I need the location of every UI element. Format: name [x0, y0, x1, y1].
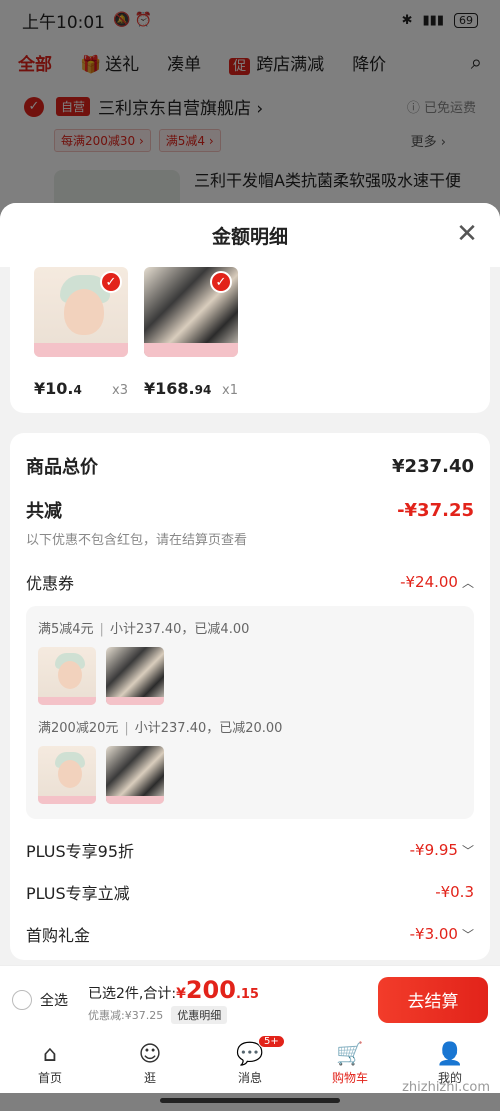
chevron-up-icon[interactable]: ︿: [462, 574, 474, 591]
coupon-label: 优惠券: [26, 574, 75, 593]
checkout-bar: 全选 已选2件,合计: ¥200.15 优惠减:¥37.25 优惠明细 去结算: [0, 965, 500, 1033]
coupon-line: 满200减20元 | 小计237.40，已减20.00: [38, 721, 283, 736]
home-indicator: [160, 1098, 340, 1103]
tab-label: 消息: [237, 1070, 262, 1085]
tab-messages[interactable]: 💬 5+ 消息: [200, 1033, 300, 1093]
product-item: ✓ ¥168.94 x1: [144, 267, 238, 398]
tab-browse[interactable]: ☺ 逛: [100, 1033, 200, 1093]
user-icon: 👤: [436, 1041, 464, 1067]
product-qty: x1: [222, 383, 238, 398]
mini-product-image: [106, 647, 164, 705]
cart-icon: 🛒: [336, 1041, 364, 1067]
chevron-down-icon[interactable]: ﹀: [462, 842, 474, 859]
plus-instant-row: PLUS专享立减 -¥0.3: [26, 871, 474, 913]
tab-label: 购物车: [331, 1070, 368, 1085]
mini-product-image: [106, 746, 164, 804]
select-all-label[interactable]: 全选: [40, 990, 68, 1010]
product-price: ¥168.94: [144, 379, 212, 398]
coupon-line: 满5减4元 | 小计237.40，已减4.00: [38, 622, 250, 637]
total-price: ¥200.15: [176, 975, 259, 1004]
selected-count: 已选2件,合计:: [88, 985, 177, 1002]
checkout-button[interactable]: 去结算: [378, 976, 488, 1023]
coupon-rule: 满200减20元: [38, 721, 119, 736]
watermark: zhizhizhi.com: [402, 1080, 490, 1095]
coupon-row[interactable]: 优惠券 -¥24.00 ︿: [26, 570, 474, 594]
checkout-summary: 已选2件,合计: ¥200.15 优惠减:¥37.25 优惠明细: [88, 976, 259, 1024]
check-icon: ✓: [100, 271, 122, 293]
total-label: 商品总价: [26, 457, 98, 478]
tab-label: 逛: [143, 1070, 156, 1085]
amount-card: 商品总价 ¥237.40 共减 -¥37.25 以下优惠不包含红包，请在结算页查…: [10, 433, 490, 960]
first-gift-row[interactable]: 首购礼金 -¥3.00 ﹀: [26, 913, 474, 955]
close-icon[interactable]: ✕: [452, 219, 482, 249]
coupon-detail: 小计237.40，已减20.00: [134, 721, 283, 736]
discount-total: 优惠减:¥37.25: [88, 1008, 164, 1022]
coupon-rule: 满5减4元: [38, 622, 94, 637]
reduce-row: 共减 -¥37.25: [26, 495, 474, 525]
select-all-radio[interactable]: [12, 989, 32, 1010]
reduce-value: -¥37.25: [397, 499, 474, 521]
coupon-products: [38, 746, 462, 804]
amount-detail-sheet: 金额明细 ✕ ✓ ¥10.4 x3 ✓ ¥168.94 x1 商品总价 ¥237…: [0, 203, 500, 965]
message-badge: 5+: [258, 1035, 285, 1048]
product-image: ✓: [34, 267, 128, 357]
plus-instant-value: -¥0.3: [435, 883, 474, 901]
tab-label: 首页: [37, 1070, 62, 1085]
mini-product-image: [38, 647, 96, 705]
mini-product-image: [38, 746, 96, 804]
sheet-title: 金额明细: [211, 225, 288, 248]
coupon-detail-box: 满5减4元 | 小计237.40，已减4.00 满200减20元 | 小计237.40，…: [26, 606, 474, 819]
product-card: ✓ ¥10.4 x3 ✓ ¥168.94 x1: [10, 267, 490, 413]
total-row: 商品总价 ¥237.40: [26, 449, 474, 483]
check-icon: ✓: [210, 271, 232, 293]
plus95-label: PLUS专享95折: [26, 842, 134, 861]
product-price: ¥10.4: [34, 379, 82, 398]
coupon-detail: 小计237.40，已减4.00: [109, 622, 250, 637]
plus-instant-label: PLUS专享立减: [26, 884, 130, 903]
discount-detail-button[interactable]: 优惠明细: [171, 1005, 228, 1024]
home-icon: ⌂: [43, 1041, 57, 1067]
product-qty: x3: [112, 383, 128, 398]
browse-icon: ☺: [138, 1041, 162, 1067]
product-item: ✓ ¥10.4 x3: [34, 267, 128, 398]
tab-cart[interactable]: 🛒 购物车: [300, 1033, 400, 1093]
plus95-value: -¥9.95: [409, 841, 458, 859]
total-value: ¥237.40: [392, 455, 474, 477]
sheet-header: 金额明细 ✕: [0, 203, 500, 267]
first-gift-label: 首购礼金: [26, 926, 91, 945]
discount-note: 以下优惠不包含红包，请在结算页查看: [26, 533, 248, 548]
plus95-row[interactable]: PLUS专享95折 -¥9.95 ﹀: [26, 829, 474, 871]
reduce-label: 共减: [26, 501, 62, 522]
product-image: ✓: [144, 267, 238, 357]
coupon-products: [38, 647, 462, 705]
coupon-value: -¥24.00: [400, 573, 458, 591]
chevron-down-icon[interactable]: ﹀: [462, 926, 474, 943]
tab-home[interactable]: ⌂ 首页: [0, 1033, 100, 1093]
first-gift-value: -¥3.00: [409, 925, 458, 943]
